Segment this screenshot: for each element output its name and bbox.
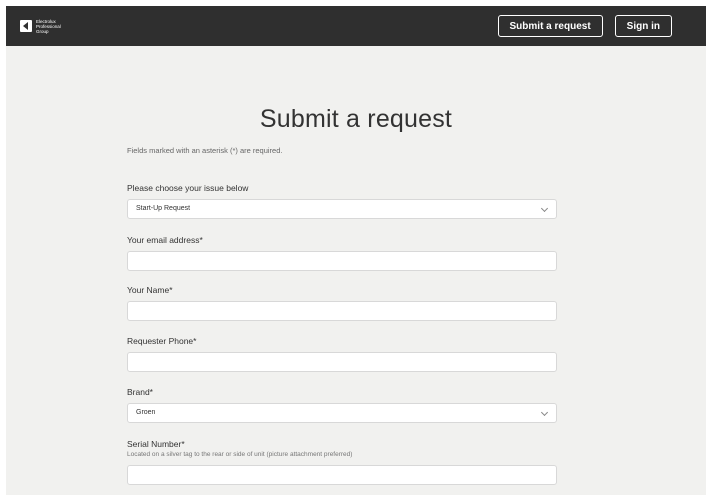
email-field[interactable]	[127, 251, 557, 271]
serial-label: Serial Number*	[127, 439, 185, 449]
serial-field[interactable]	[127, 465, 557, 485]
name-field[interactable]	[127, 301, 557, 321]
brand-label: Brand*	[127, 387, 153, 397]
email-label: Your email address*	[127, 235, 203, 245]
logo-text: Electrolux Professional Group	[36, 18, 61, 34]
page-frame: Electrolux Professional Group Submit a r…	[6, 6, 706, 495]
submit-request-button[interactable]: Submit a request	[497, 15, 603, 37]
sign-in-button[interactable]: Sign in	[614, 15, 672, 37]
name-label: Your Name*	[127, 285, 173, 295]
phone-field[interactable]	[127, 352, 557, 372]
phone-label: Requester Phone*	[127, 336, 197, 346]
chevron-down-icon	[540, 204, 549, 213]
electrolux-logo-icon	[20, 20, 32, 32]
issue-label: Please choose your issue below	[127, 183, 249, 193]
brand-selected-value: Groen	[136, 409, 156, 416]
serial-hint: Located on a silver tag to the rear or s…	[127, 451, 353, 458]
header-nav: Submit a request Sign in	[486, 15, 672, 37]
issue-select[interactable]: Start-Up Request	[127, 199, 557, 219]
issue-selected-value: Start-Up Request	[136, 205, 191, 212]
brand-select[interactable]: Groen	[127, 403, 557, 423]
brand-logo[interactable]: Electrolux Professional Group	[20, 19, 62, 34]
required-fields-note: Fields marked with an asterisk (*) are r…	[127, 146, 283, 155]
chevron-down-icon	[540, 408, 549, 417]
page-title: Submit a request	[259, 105, 453, 133]
top-header: Electrolux Professional Group Submit a r…	[6, 6, 706, 46]
